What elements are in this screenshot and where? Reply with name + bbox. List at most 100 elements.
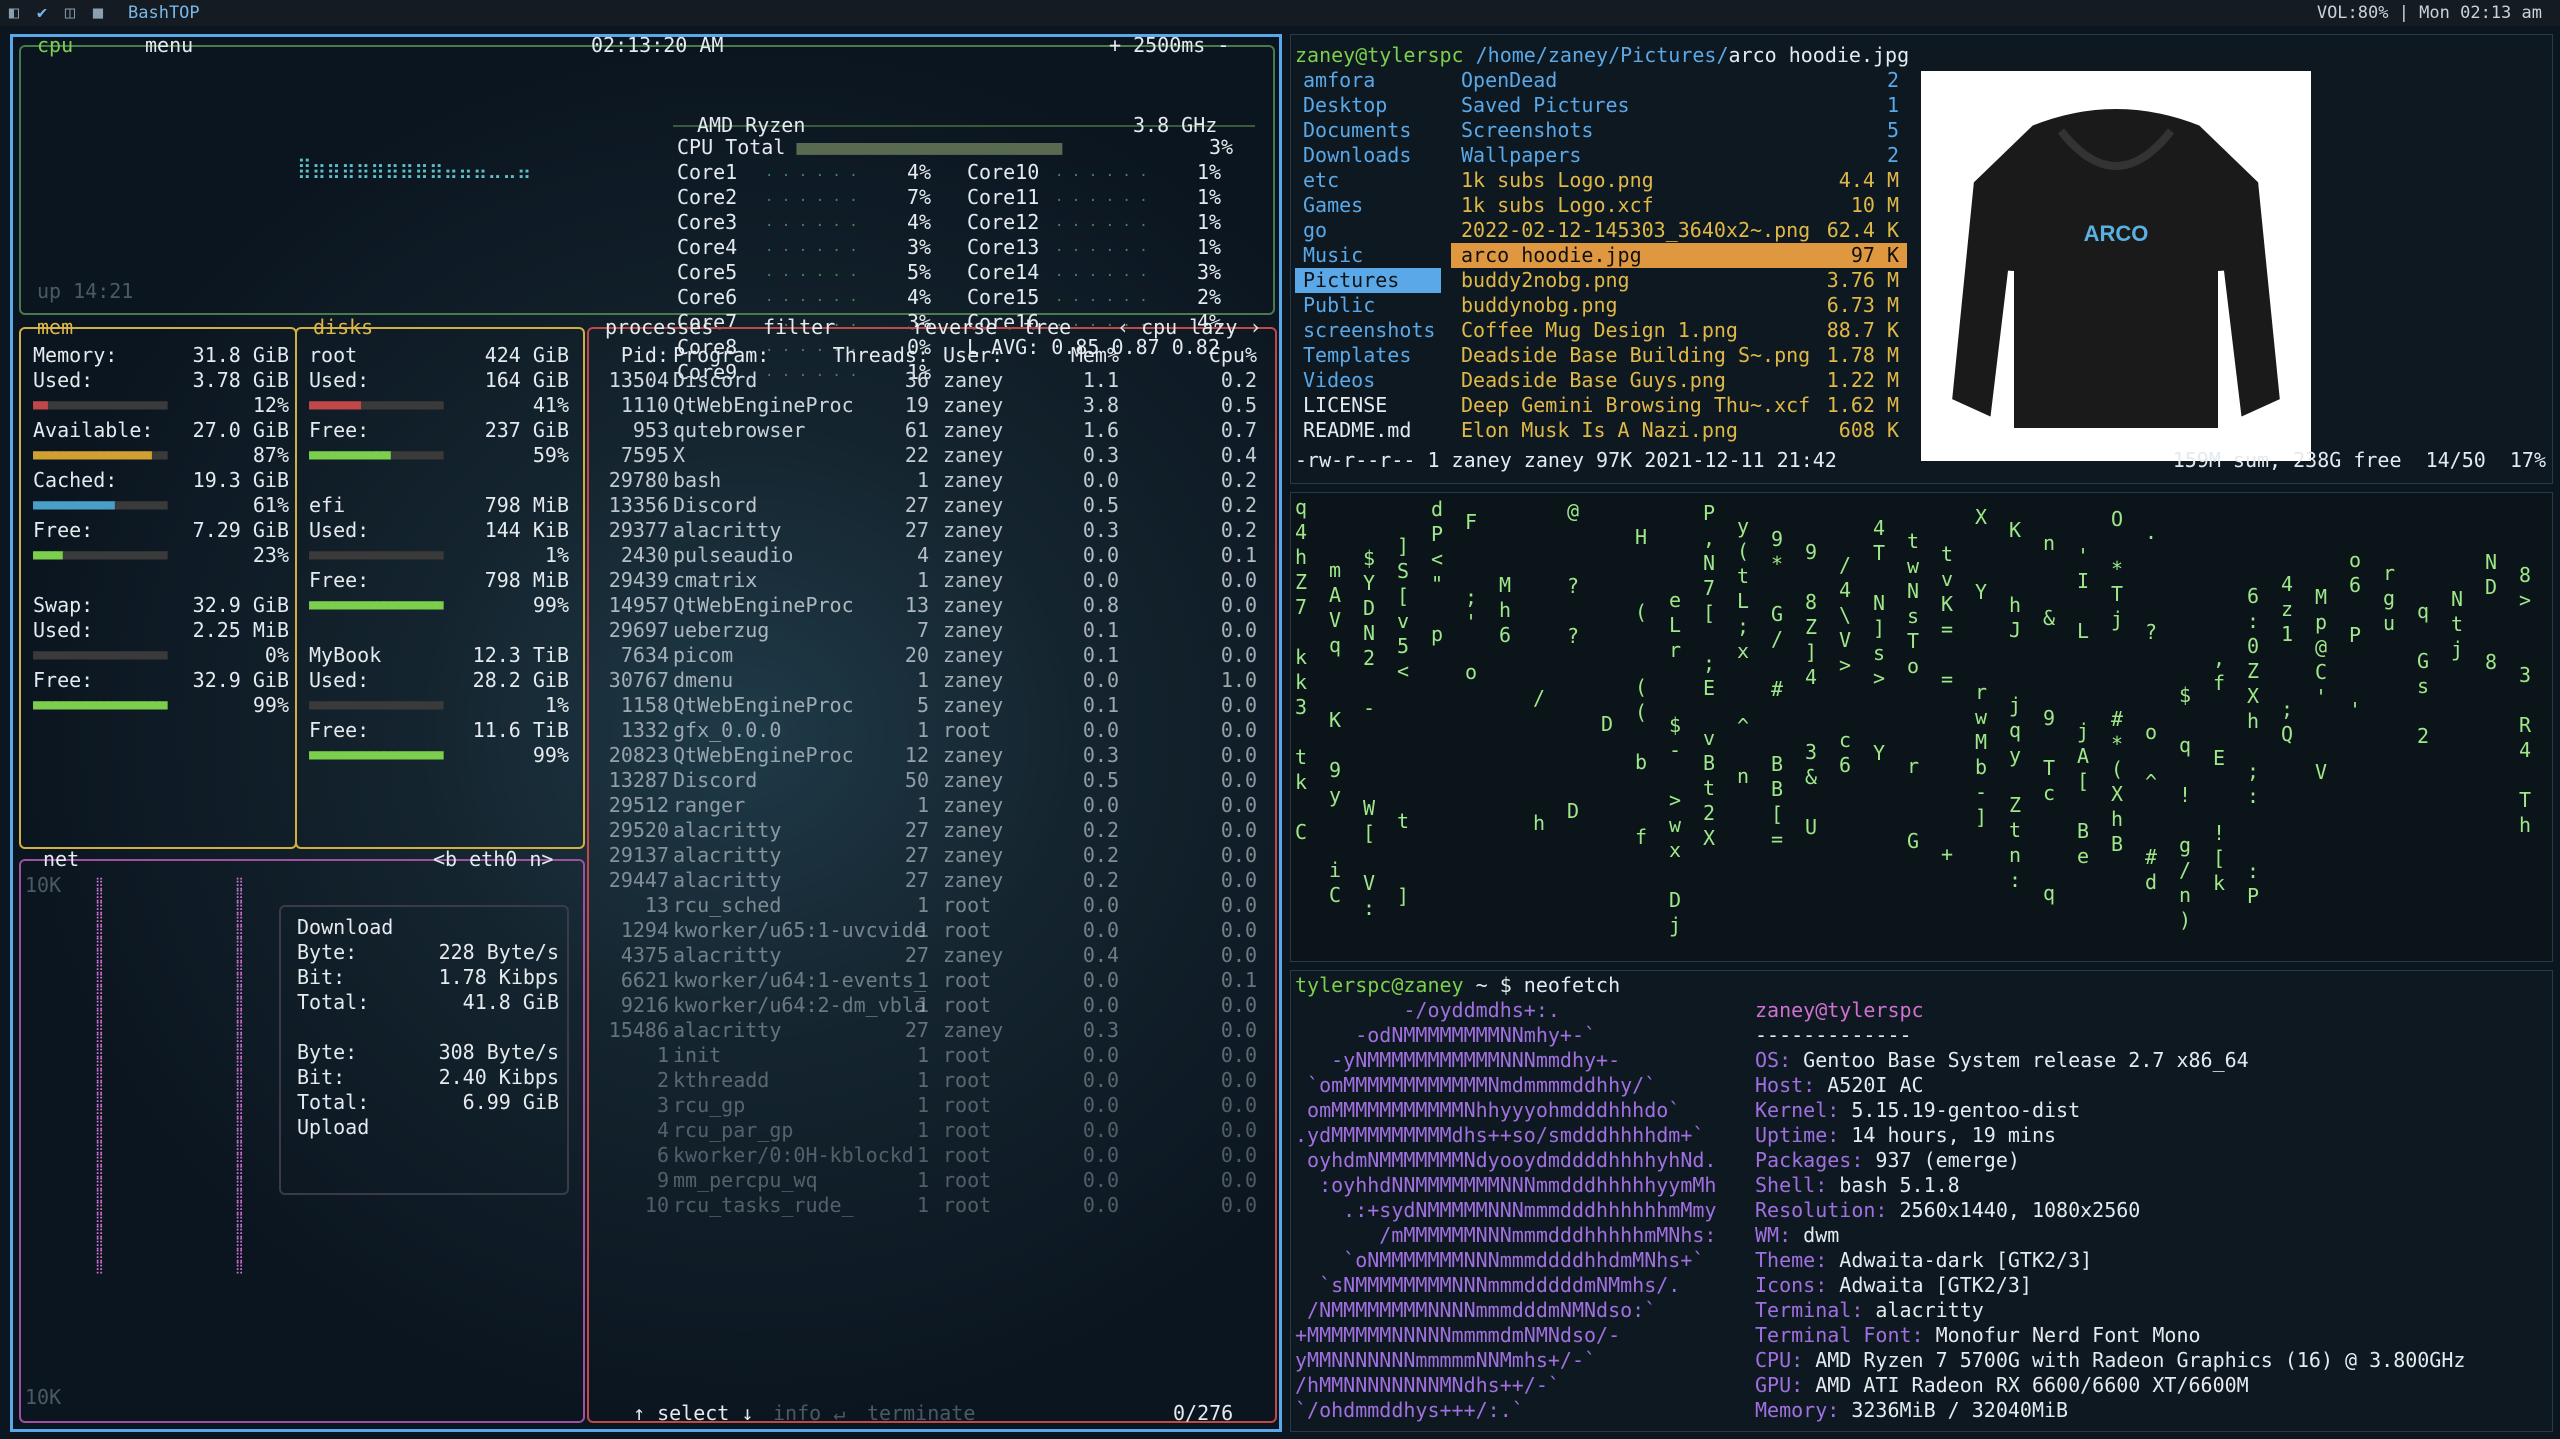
proc-row[interactable]: 29439 cmatrix 1 zaney 0.0 0.0 — [599, 568, 1267, 593]
net-stats-box: Download Byte: 228 Byte/s Bit: 1.78 Kibp… — [279, 905, 569, 1195]
proc-row[interactable]: 3 rcu_gp 1 root 0.0 0.0 — [599, 1093, 1267, 1118]
select-nav[interactable]: ↑ select ↓ — [629, 1401, 757, 1426]
ranger-file-item[interactable]: Screenshots 5 — [1451, 118, 1907, 143]
proc-row[interactable]: 1332 gfx_0.0.0 1 root 0.0 0.0 — [599, 718, 1267, 743]
proc-row[interactable]: 20823 QtWebEngineProc 12 zaney 0.3 0.0 — [599, 743, 1267, 768]
ranger-dir-item[interactable]: Templates — [1295, 343, 1441, 368]
proc-row[interactable]: 15486 alacritty 27 zaney 0.3 0.0 — [599, 1018, 1267, 1043]
ranger-dir-item[interactable]: go — [1295, 218, 1441, 243]
update-interval[interactable]: + 2500ms - — [1105, 37, 1233, 58]
proc-row[interactable]: 2430 pulseaudio 4 zaney 0.0 0.1 — [599, 543, 1267, 568]
ranger-file-item[interactable]: buddynobg.png 6.73 M — [1451, 293, 1907, 318]
ranger-file-item[interactable]: Deep Gemini Browsing Thu~.xcf 1.62 M — [1451, 393, 1907, 418]
net-interface-selector[interactable]: <b eth0 n> — [429, 847, 557, 872]
menu-button[interactable]: menu — [141, 37, 197, 58]
mem-row-label: Used: — [33, 368, 94, 392]
proc-row-program: qutebrowser — [673, 418, 806, 442]
proc-row[interactable]: 9216 kworker/u64:2-dm_vbla 1 root 0.0 0.0 — [599, 993, 1267, 1018]
prompt-command: ~ $ neofetch — [1463, 973, 1621, 997]
ranger-file-item[interactable]: 1k subs Logo.png 4.4 M — [1451, 168, 1907, 193]
ranger-file-item[interactable]: OpenDead 2 — [1451, 68, 1907, 93]
ranger-file-item[interactable]: Wallpapers 2 — [1451, 143, 1907, 168]
ranger-window[interactable]: zaney@tylerspc /home/zaney/Pictures/arco… — [1290, 34, 2553, 484]
proc-row[interactable]: 9 mm_percpu_wq 1 root 0.0 0.0 — [599, 1168, 1267, 1193]
matrix-column: n & 9 T c q — [2043, 531, 2058, 905]
proc-row[interactable]: 13 rcu_sched 1 root 0.0 0.0 — [599, 893, 1267, 918]
disk-meter: ■■■■■■■■■■■■■■■■■■ — [309, 597, 444, 613]
proc-header[interactable]: Pid: Program: Threads: User: Mem% Cpu% — [599, 343, 1267, 368]
proc-row[interactable]: 2 kthreadd 1 root 0.0 0.0 — [599, 1068, 1267, 1093]
sort-selector[interactable]: ‹ cpu lazy › — [1113, 315, 1266, 340]
filter-button[interactable]: filter — [759, 315, 839, 340]
proc-row[interactable]: 1294 kworker/u65:1-uvcvide 1 root 0.0 0.0 — [599, 918, 1267, 943]
proc-row[interactable]: 1 init 1 root 0.0 0.0 — [599, 1043, 1267, 1068]
proc-row[interactable]: 4 rcu_par_gp 1 root 0.0 0.0 — [599, 1118, 1267, 1143]
proc-row[interactable]: 14957 QtWebEngineProc 13 zaney 0.8 0.0 — [599, 593, 1267, 618]
ranger-dir-item[interactable]: Videos — [1295, 368, 1441, 393]
proc-row-program: bash — [673, 468, 722, 492]
proc-row[interactable]: 6621 kworker/u64:1-events_ 1 root 0.0 0.1 — [599, 968, 1267, 993]
ranger-file-item[interactable]: Elon Musk Is A Nazi.png 608 K — [1451, 418, 1907, 443]
proc-row[interactable]: 1158 QtWebEngineProc 5 zaney 0.1 0.0 — [599, 693, 1267, 718]
proc-row[interactable]: 7634 picom 20 zaney 0.1 0.0 — [599, 643, 1267, 668]
ranger-dir-item[interactable]: Desktop — [1295, 93, 1441, 118]
workspace-4-icon[interactable]: ■ — [84, 1, 112, 26]
ranger-dir-item[interactable]: Games — [1295, 193, 1441, 218]
ranger-file-item[interactable]: Deadside Base Building S~.png 1.78 M — [1451, 343, 1907, 368]
proc-row[interactable]: 4375 alacritty 27 zaney 0.4 0.0 — [599, 943, 1267, 968]
proc-row[interactable]: 29447 alacritty 27 zaney 0.2 0.0 — [599, 868, 1267, 893]
proc-row[interactable]: 1110 QtWebEngineProc 19 zaney 3.8 0.5 — [599, 393, 1267, 418]
proc-row[interactable]: 29512 ranger 1 zaney 0.0 0.0 — [599, 793, 1267, 818]
proc-row-program: alacritty — [673, 518, 782, 542]
proc-row[interactable]: 6 kworker/0:0H-kblockd 1 root 0.0 0.0 — [599, 1143, 1267, 1168]
ranger-dir-item[interactable]: Downloads — [1295, 143, 1441, 168]
ranger-file-name: 1k subs Logo.png — [1461, 168, 1654, 192]
nf-info-key: Memory: — [1755, 1398, 1852, 1422]
ranger-file-item[interactable]: buddy2nobg.png 3.76 M — [1451, 268, 1907, 293]
proc-row[interactable]: 30767 dmenu 1 zaney 0.0 1.0 — [599, 668, 1267, 693]
ranger-file-item[interactable]: Saved Pictures 1 — [1451, 93, 1907, 118]
ranger-file-item[interactable]: arco hoodie.jpg 97 K — [1451, 243, 1907, 268]
ranger-dir-item[interactable]: Documents — [1295, 118, 1441, 143]
proc-row[interactable]: 10 rcu_tasks_rude_ 1 root 0.0 0.0 — [599, 1193, 1267, 1218]
proc-row[interactable]: 7595 X 22 zaney 0.3 0.4 — [599, 443, 1267, 468]
workspace-1-icon[interactable]: ◧ — [0, 1, 28, 26]
ranger-dir-item[interactable]: etc — [1295, 168, 1441, 193]
reverse-toggle[interactable]: reverse — [909, 315, 1001, 340]
proc-row[interactable]: 29697 ueberzug 7 zaney 0.1 0.0 — [599, 618, 1267, 643]
neofetch-window[interactable]: tylerspc@zaney ~ $ neofetch -/oyddmdhs+:… — [1290, 970, 2553, 1432]
info-button[interactable]: info ↵ — [769, 1401, 849, 1426]
ranger-dir-item[interactable]: LICENSE — [1295, 393, 1441, 418]
proc-row[interactable]: 29137 alacritty 27 zaney 0.2 0.0 — [599, 843, 1267, 868]
ranger-file-item[interactable]: Coffee Mug Design 1.png 88.7 K — [1451, 318, 1907, 343]
proc-row[interactable]: 29520 alacritty 27 zaney 0.2 0.0 — [599, 818, 1267, 843]
ranger-dir-item[interactable]: screenshots — [1295, 318, 1441, 343]
terminate-button[interactable]: terminate — [863, 1401, 979, 1426]
workspace-2-icon[interactable]: ✔ — [28, 1, 56, 26]
ranger-dir-item[interactable]: README.md — [1295, 418, 1441, 443]
ranger-dir-item[interactable]: Music — [1295, 243, 1441, 268]
ranger-dir-item[interactable]: Pictures — [1295, 268, 1441, 293]
proc-row[interactable]: 13356 Discord 27 zaney 0.5 0.2 — [599, 493, 1267, 518]
mem-row-label: Free: — [33, 668, 94, 692]
cmatrix-window[interactable]: q 4 h Z 7 k k 3 t k C m A V q K 9 y i C … — [1290, 492, 2553, 962]
bashtop-window[interactable]: cpu menu 02:13:20 AM + 2500ms - ⣿⣶⣶⣶⣶⣶⣶⣶… — [10, 34, 1282, 1432]
tree-toggle[interactable]: tree — [1019, 315, 1075, 340]
cpu-core-value: 1% — [1197, 235, 1222, 259]
proc-row[interactable]: 29780 bash 1 zaney 0.0 0.2 — [599, 468, 1267, 493]
ranger-file-item[interactable]: 2022-02-12-145303_3640x2~.png 62.4 K — [1451, 218, 1907, 243]
ranger-file-item[interactable]: 1k subs Logo.xcf 10 M — [1451, 193, 1907, 218]
proc-row-cpu: 0.0 — [1220, 893, 1257, 917]
workspace-3-icon[interactable]: ◫ — [56, 1, 84, 26]
proc-row[interactable]: 953 qutebrowser 61 zaney 1.6 0.7 — [599, 418, 1267, 443]
proc-row[interactable]: 13287 Discord 50 zaney 0.5 0.0 — [599, 768, 1267, 793]
proc-row-mem: 0.8 — [1082, 593, 1119, 617]
proc-row-user: root — [943, 968, 992, 992]
ranger-dir-item[interactable]: amfora — [1295, 68, 1441, 93]
ranger-dir-item[interactable]: Public — [1295, 293, 1441, 318]
proc-header-program: Program: — [673, 343, 770, 367]
matrix-column: o 6 P ' — [2349, 548, 2364, 722]
proc-row[interactable]: 29377 alacritty 27 zaney 0.3 0.2 — [599, 518, 1267, 543]
proc-row[interactable]: 13504 Discord 36 zaney 1.1 0.2 — [599, 368, 1267, 393]
ranger-file-item[interactable]: Deadside Base Guys.png 1.22 M — [1451, 368, 1907, 393]
